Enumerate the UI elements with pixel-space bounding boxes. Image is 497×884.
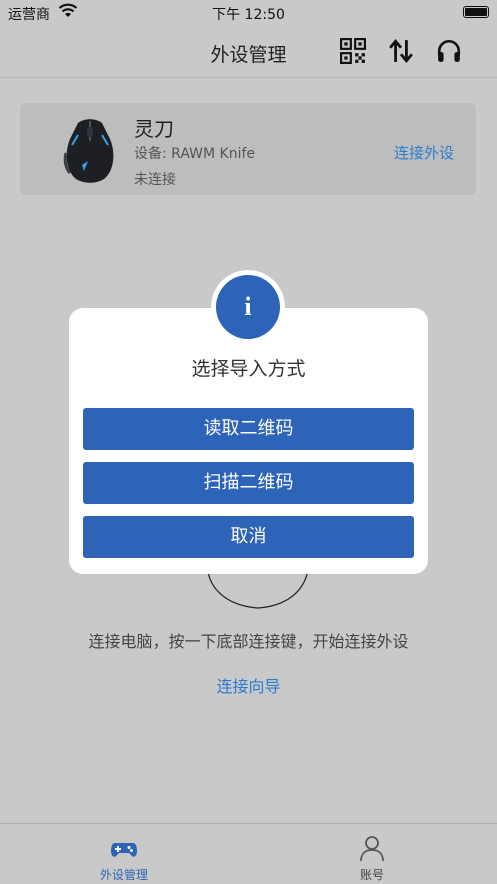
- device-model: 设备: RAWM Knife: [134, 146, 255, 162]
- tab-label-peripheral: 外设管理: [99, 868, 148, 882]
- qr-code-icon[interactable]: [340, 38, 366, 64]
- clock: 下午 12:50: [212, 7, 285, 23]
- tab-label-account: 账号: [359, 868, 384, 882]
- page-title: 外设管理: [210, 44, 287, 66]
- device-name: 灵刀: [134, 117, 174, 141]
- connection-guide-link[interactable]: 连接向导: [0, 673, 497, 697]
- device-card[interactable]: 灵刀 设备: RAWM Knife 未连接 连接外设: [20, 103, 476, 195]
- info-icon: i: [216, 275, 280, 339]
- device-status: 未连接: [134, 172, 176, 188]
- dialog-info-badge: i: [211, 270, 285, 344]
- nav-bar: 外设管理: [0, 26, 497, 78]
- tab-account[interactable]: 账号: [248, 824, 496, 884]
- status-bar: 运营商 下午 12:50: [0, 0, 497, 26]
- person-icon: [360, 836, 384, 862]
- tab-bar: 外设管理 账号: [0, 823, 497, 884]
- import-method-dialog: 选择导入方式 读取二维码 扫描二维码 取消: [69, 308, 428, 574]
- headset-icon[interactable]: [436, 38, 462, 64]
- read-qr-code-button[interactable]: 读取二维码: [83, 408, 414, 450]
- scan-qr-code-button[interactable]: 扫描二维码: [83, 462, 414, 504]
- gamepad-icon: [111, 843, 137, 857]
- cancel-button[interactable]: 取消: [83, 516, 414, 558]
- dialog-title: 选择导入方式: [191, 358, 306, 380]
- mouse-image: [63, 119, 114, 183]
- battery-icon: [463, 6, 489, 18]
- tab-peripheral-management[interactable]: 外设管理: [0, 824, 248, 884]
- sort-arrows-icon[interactable]: [388, 38, 414, 64]
- connect-device-link[interactable]: 连接外设: [394, 142, 454, 163]
- connect-hint-text: 连接电脑，按一下底部连接键，开始连接外设: [88, 632, 409, 651]
